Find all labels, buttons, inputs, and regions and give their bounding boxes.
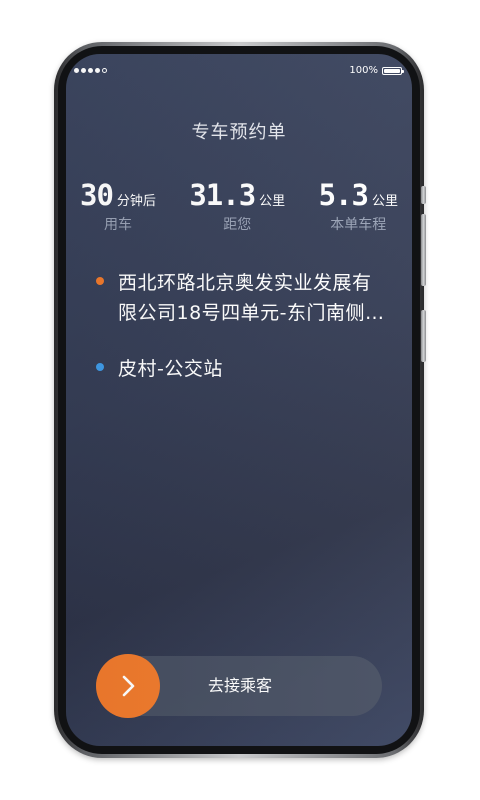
stat-label: 用车 — [103, 217, 132, 233]
stat-label: 距您 — [223, 217, 252, 233]
side-button-power — [421, 310, 426, 362]
pickup-address-text: 西北环路北京奥发实业发展有限公司18号四单元-东门南侧停车场 — [118, 272, 385, 324]
stat-value: 30 — [80, 178, 114, 212]
trip-stats: 30 分钟后 用车 31.3 公里 距您 5.3 公里 本单车程 — [66, 178, 412, 234]
stat-trip-distance: 5.3 公里 本单车程 — [319, 178, 398, 234]
stat-unit: 公里 — [371, 194, 398, 209]
stat-value: 5.3 — [318, 178, 369, 212]
stat-unit: 分钟后 — [116, 194, 156, 209]
slide-to-pickup-handle[interactable] — [96, 654, 160, 718]
status-bar: 100% — [66, 64, 412, 80]
side-button-volume — [421, 214, 426, 286]
app-screen: 100% 专车预约单 30 分钟后 用车 31.3 公里 距您 5.3 公里 本… — [66, 54, 412, 746]
stat-unit: 公里 — [259, 194, 286, 209]
stat-value: 31.3 — [189, 178, 256, 212]
battery-icon — [382, 66, 404, 75]
stat-distance-to-passenger: 31.3 公里 距您 — [189, 178, 285, 234]
side-button-mute — [421, 186, 426, 204]
slide-to-pickup-label: 去接乘客 — [207, 676, 272, 695]
battery-percentage: 100% — [349, 65, 378, 76]
pickup-address: 西北环路北京奥发实业发展有限公司18号四单元-东门南侧停车场 — [96, 268, 386, 328]
device-stage: 100% 专车预约单 30 分钟后 用车 31.3 公里 距您 5.3 公里 本… — [0, 0, 480, 800]
signal-strength-icon — [74, 68, 107, 73]
battery-fill — [384, 68, 400, 73]
page-title: 专车预约单 — [191, 122, 287, 143]
dropoff-address: 皮村-公交站 — [96, 354, 386, 384]
dropoff-address-text: 皮村-公交站 — [118, 358, 223, 380]
pickup-dot-icon — [96, 277, 104, 285]
stat-label: 本单车程 — [330, 217, 387, 233]
dropoff-dot-icon — [96, 363, 104, 371]
stat-pickup-time: 30 分钟后 用车 — [80, 178, 156, 234]
chevron-right-icon — [122, 675, 135, 697]
battery-indicator: 100% — [349, 65, 404, 76]
